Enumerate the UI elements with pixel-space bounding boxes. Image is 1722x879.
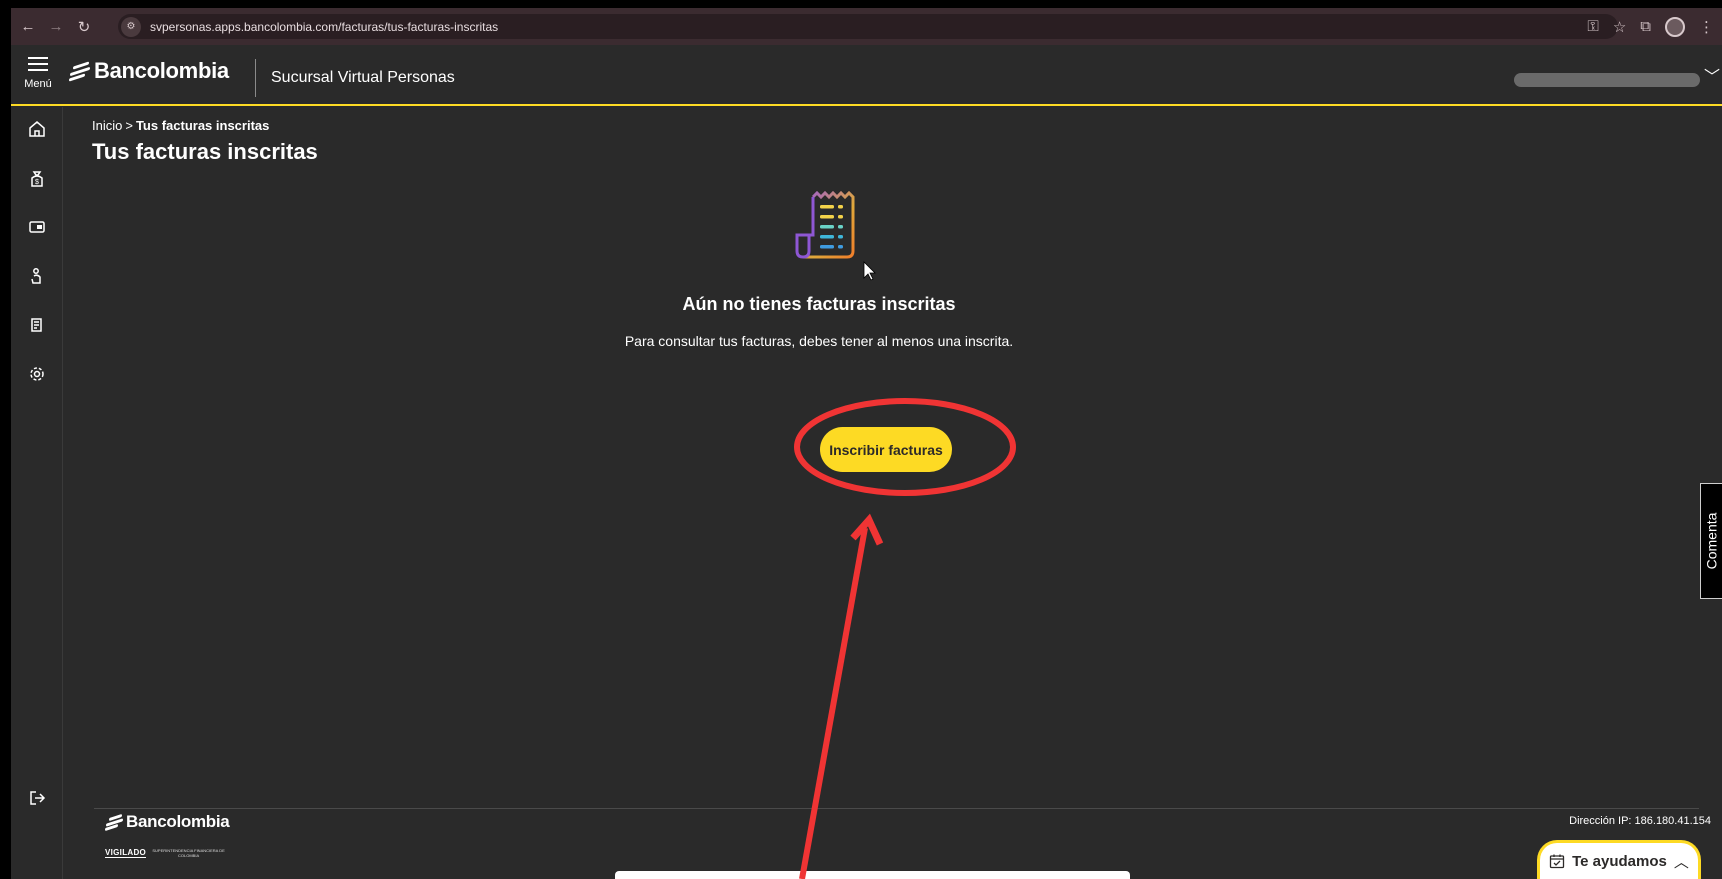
breadcrumb-home[interactable]: Inicio [92,118,122,133]
bill-icon[interactable] [26,314,48,336]
menu-button[interactable]: Menú [21,55,55,97]
browser-toolbar: ← → ↻ ⚙ svpersonas.apps.bancolombia.com/… [11,8,1722,45]
card-icon[interactable] [26,216,48,238]
page-title: Tus facturas inscritas [92,139,318,164]
password-key-icon[interactable]: ⚿ [1587,18,1598,35]
main-content: Inicio > Tus facturas inscritas Tus fact… [63,107,1722,879]
empty-state-text: Para consultar tus facturas, debes tener… [624,333,1014,349]
footer-divider [94,808,1699,809]
calendar-check-icon [1549,854,1565,869]
breadcrumb-separator: > [125,118,133,133]
browser-actions: ⚿ ☆ ⧉ ⋮ [1587,8,1722,45]
user-name-blurred[interactable] [1514,73,1700,87]
brand-logo[interactable]: Bancolombia [69,58,229,84]
chevron-up-icon: ︿ [1673,853,1689,871]
reload-icon[interactable]: ↻ [73,16,95,38]
footer-logo: Bancolombia [105,812,230,832]
help-button[interactable]: Te ayudamos ︿ [1537,840,1701,879]
menu-label: Menú [24,78,52,90]
browser-window: ← → ↻ ⚙ svpersonas.apps.bancolombia.com/… [11,8,1722,879]
vigilado-seal: VIGILADO SUPERINTENDENCIA FINANCIERA DE … [105,848,226,858]
feedback-tab[interactable]: Comenta [1700,483,1722,599]
vigilado-subtext: SUPERINTENDENCIA FINANCIERA DE COLOMBIA [152,848,225,858]
forward-arrow-icon[interactable]: → [45,16,67,38]
bancolombia-logo-icon [69,61,91,82]
feedback-label: Comenta [1703,512,1720,570]
header-subtitle: Sucursal Virtual Personas [271,69,455,86]
receipt-icon [795,191,855,259]
vigilado-text: VIGILADO [105,848,147,858]
money-bag-icon[interactable]: $ [26,168,48,190]
sidebar: $ [11,107,63,879]
header-divider [255,59,256,97]
register-bills-button[interactable]: Inscribir facturas [820,427,952,472]
footer-brand-name: Bancolombia [126,812,230,831]
touch-icon[interactable] [26,265,48,287]
chevron-down-icon[interactable]: ﹀ [1704,63,1720,87]
brand-name: Bancolombia [94,58,229,83]
bancolombia-logo-icon [105,813,123,831]
breadcrumb: Inicio > Tus facturas inscritas [92,118,269,133]
back-arrow-icon[interactable]: ← [17,16,39,38]
svg-text:$: $ [35,179,39,186]
logout-icon[interactable] [26,787,48,809]
gear-icon[interactable] [26,363,48,385]
empty-state-title: Aún no tienes facturas inscritas [682,294,956,314]
site-settings-icon[interactable]: ⚙ [121,16,141,37]
home-icon[interactable] [26,118,48,140]
profile-avatar[interactable] [1665,16,1685,37]
help-label: Te ayudamos [1572,852,1667,870]
ip-address: Dirección IP: 186.180.41.154 [1569,815,1711,827]
url-text: svpersonas.apps.bancolombia.com/facturas… [150,19,499,34]
extensions-icon[interactable]: ⧉ [1640,18,1651,35]
breadcrumb-current: Tus facturas inscritas [135,118,270,133]
app-header: Menú Bancolombia Sucursal Virtual Person… [11,45,1722,106]
address-bar[interactable]: ⚙ svpersonas.apps.bancolombia.com/factur… [118,14,1618,39]
bookmark-star-icon[interactable]: ☆ [1613,18,1626,36]
bottom-popup [615,871,1130,879]
more-menu-icon[interactable]: ⋮ [1699,18,1714,36]
hamburger-icon [28,57,48,71]
